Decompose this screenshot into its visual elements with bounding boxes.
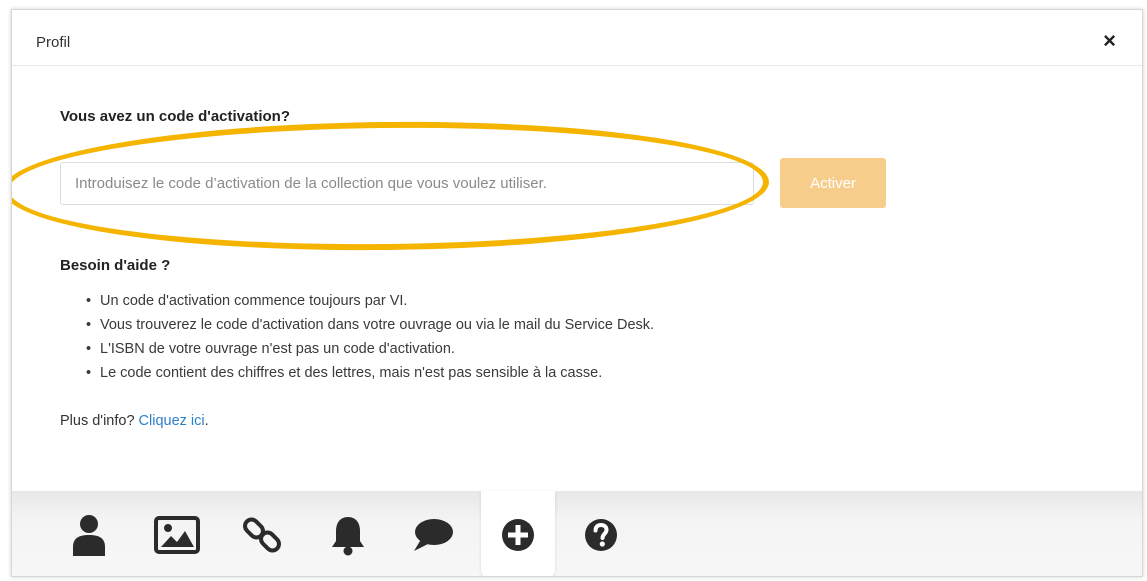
tab-messages[interactable] [396, 491, 470, 576]
tab-help[interactable] [564, 491, 638, 576]
tab-user[interactable] [52, 491, 126, 576]
more-info-suffix: . [204, 413, 209, 429]
activate-button[interactable]: Activer [780, 158, 886, 208]
help-heading: Besoin d'aide ? [60, 257, 171, 274]
more-info: Plus d'info? Cliquez ici. [60, 413, 209, 429]
close-button[interactable]: × [1103, 30, 1116, 52]
more-info-text: Plus d'info? [60, 413, 139, 429]
help-item: L'ISBN de votre ouvrage n'est pas un cod… [86, 337, 654, 361]
question-circle-icon [583, 517, 619, 553]
help-item: Le code contient des chiffres et des let… [86, 361, 654, 385]
tab-link[interactable] [225, 491, 299, 576]
modal-header: Profil × [12, 10, 1142, 66]
comment-icon [412, 517, 454, 553]
bell-icon [330, 514, 366, 556]
help-list: Un code d'activation commence toujours p… [86, 289, 654, 385]
link-icon [242, 515, 282, 555]
tab-add-code[interactable] [481, 491, 555, 576]
tab-notifications[interactable] [311, 491, 385, 576]
profile-modal: Profil × Vous avez un code d'activation?… [11, 9, 1143, 577]
more-info-link[interactable]: Cliquez ici [139, 413, 205, 429]
image-icon [154, 515, 200, 554]
tab-image[interactable] [140, 491, 214, 576]
activation-heading: Vous avez un code d'activation? [60, 108, 291, 125]
user-icon [72, 514, 106, 556]
help-item: Vous trouverez le code d'activation dans… [86, 313, 654, 337]
profile-tab-bar [12, 491, 1142, 576]
modal-title: Profil [36, 34, 71, 51]
plus-circle-icon [500, 517, 536, 553]
activation-code-input[interactable] [60, 162, 754, 205]
help-item: Un code d'activation commence toujours p… [86, 289, 654, 313]
